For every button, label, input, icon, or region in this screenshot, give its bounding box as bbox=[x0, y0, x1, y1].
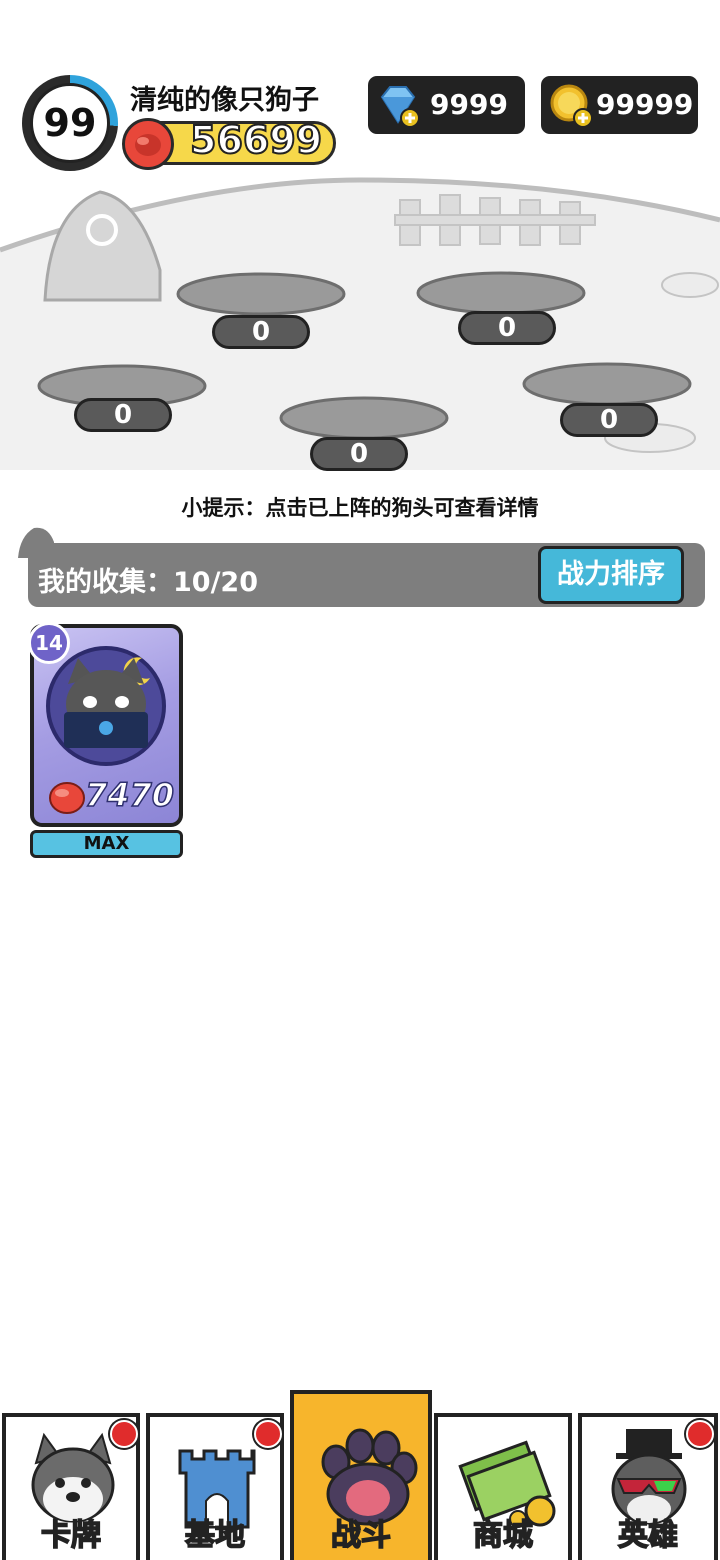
slot-count[interactable]: 0 bbox=[212, 315, 310, 349]
slot-count[interactable]: 0 bbox=[458, 311, 556, 345]
boxing-glove-icon bbox=[122, 118, 174, 170]
tab-shop[interactable]: 商城 bbox=[434, 1413, 572, 1560]
tab-battle[interactable]: 战斗 bbox=[290, 1390, 432, 1560]
notification-dot bbox=[110, 1420, 138, 1448]
notification-dot bbox=[686, 1420, 714, 1448]
tab-label: 英雄 bbox=[617, 1517, 679, 1554]
diamond-value: 9999 bbox=[430, 88, 508, 121]
paw-decoration-icon bbox=[18, 527, 54, 558]
total-power-value: 56699 bbox=[189, 117, 323, 163]
slot-count[interactable]: 0 bbox=[74, 398, 172, 432]
player-name: 清纯的像只狗子 bbox=[130, 85, 319, 116]
player-level: 99 bbox=[30, 83, 110, 163]
tab-label: 战斗 bbox=[330, 1517, 392, 1554]
card-power-value: 7470 bbox=[84, 775, 175, 815]
sort-by-power-button[interactable]: 战力排序 bbox=[538, 546, 684, 604]
slot-count[interactable]: 0 bbox=[310, 437, 408, 471]
tab-label: 卡牌 bbox=[40, 1517, 102, 1554]
tab-label: 商城 bbox=[472, 1517, 534, 1554]
card-level-badge: 14 bbox=[28, 622, 70, 664]
slot-count[interactable]: 0 bbox=[560, 403, 658, 437]
tip-text: 小提示：点击已上阵的狗头可查看详情 bbox=[181, 496, 539, 520]
tab-label: 基地 bbox=[184, 1517, 246, 1554]
diamond-counter[interactable]: 9999 bbox=[368, 76, 525, 134]
card-max-badge: MAX bbox=[30, 830, 183, 858]
coin-counter[interactable]: 99999 bbox=[541, 76, 698, 134]
diamond-add-icon bbox=[380, 86, 420, 128]
collection-count: 我的收集：10/20 bbox=[38, 567, 259, 598]
coin-add-icon bbox=[550, 84, 593, 128]
player-level-badge[interactable]: 99 bbox=[22, 75, 118, 171]
coin-value: 99999 bbox=[596, 88, 694, 121]
notification-dot bbox=[254, 1420, 282, 1448]
boxing-glove-icon bbox=[49, 782, 85, 814]
